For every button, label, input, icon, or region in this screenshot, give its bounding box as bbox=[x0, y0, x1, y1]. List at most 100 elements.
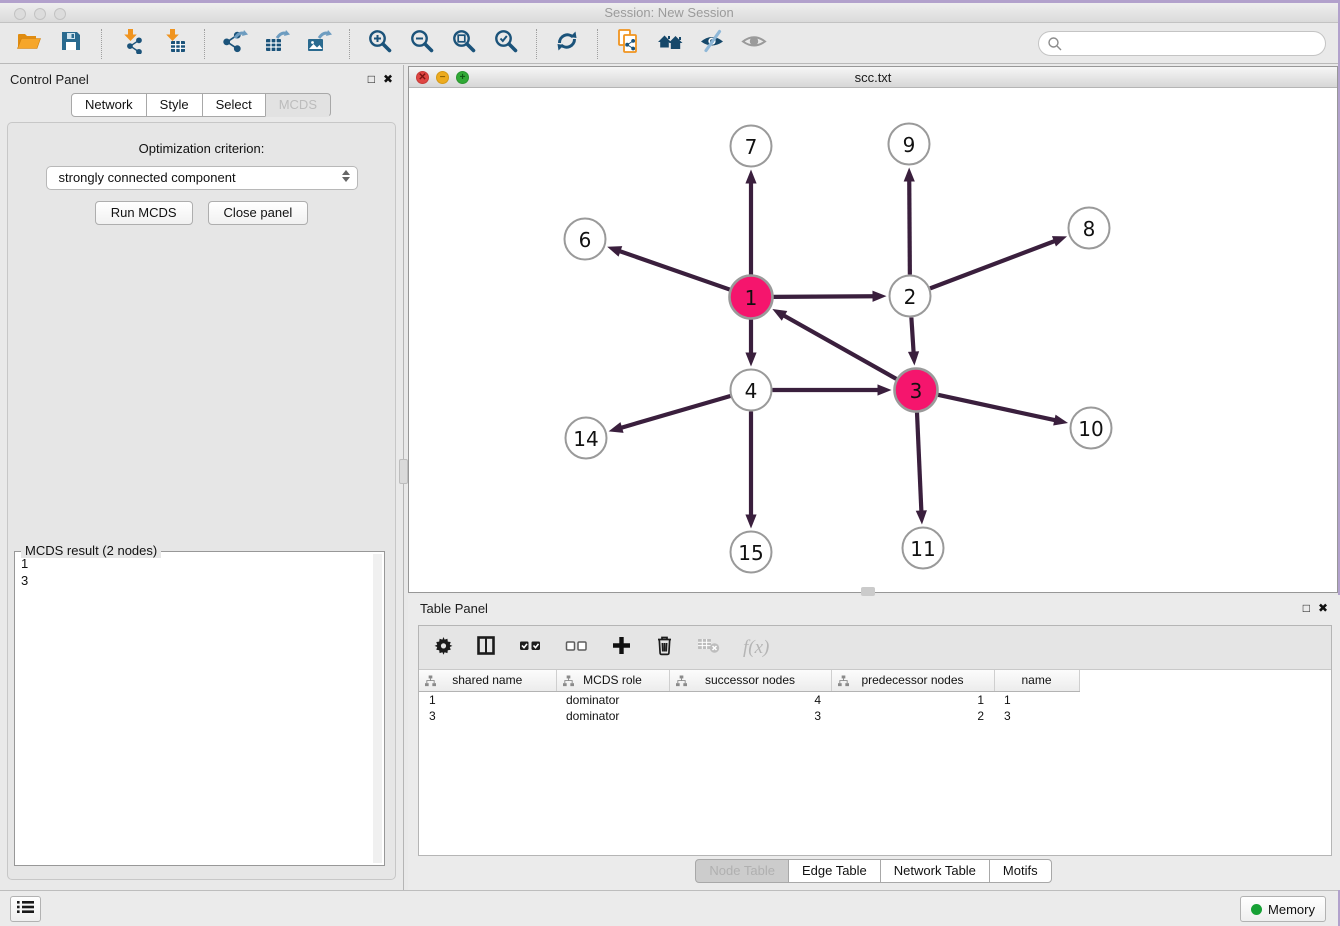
memory-status-icon bbox=[1251, 904, 1262, 915]
zoom-fit-button[interactable] bbox=[446, 28, 482, 60]
deselect-all-checkboxes-button[interactable] bbox=[565, 635, 589, 661]
run-mcds-button[interactable]: Run MCDS bbox=[95, 201, 193, 225]
table-panel: Table Panel □ ✖ f(x) shared name MCDS rol… bbox=[408, 595, 1340, 890]
tab-edge-table[interactable]: Edge Table bbox=[788, 859, 881, 883]
tab-network[interactable]: Network bbox=[71, 93, 147, 117]
table-cell[interactable]: 2 bbox=[831, 708, 994, 724]
graph-node-label: 1 bbox=[745, 286, 758, 310]
column-label: shared name bbox=[452, 673, 522, 687]
graph-edge-3-11[interactable] bbox=[917, 412, 921, 512]
table-row[interactable]: 1dominator411 bbox=[419, 691, 1079, 708]
table-cell[interactable]: dominator bbox=[556, 691, 669, 708]
select-all-checkboxes-button[interactable] bbox=[519, 635, 543, 661]
app-minimize-button[interactable] bbox=[34, 8, 46, 20]
table-cell[interactable]: 1 bbox=[419, 691, 556, 708]
hide-selected-button[interactable] bbox=[694, 28, 730, 60]
close-panel-button[interactable]: Close panel bbox=[208, 201, 309, 225]
table-row[interactable]: 3dominator323 bbox=[419, 708, 1079, 724]
zoom-fit-icon bbox=[451, 28, 477, 59]
export-network-button[interactable] bbox=[217, 28, 253, 60]
memory-button[interactable]: Memory bbox=[1240, 896, 1326, 922]
network-close-button[interactable]: ✕ bbox=[416, 71, 429, 84]
delete-table-icon bbox=[697, 635, 721, 660]
graph-edge-3-10[interactable] bbox=[938, 395, 1056, 421]
table-options-button[interactable] bbox=[433, 635, 454, 661]
graph-edge-2-9[interactable] bbox=[909, 179, 910, 274]
zoom-in-button[interactable] bbox=[362, 28, 398, 60]
zoom-selected-button[interactable] bbox=[488, 28, 524, 60]
toolbar-separator bbox=[597, 29, 598, 59]
refresh-view-button[interactable] bbox=[549, 28, 585, 60]
export-table-button[interactable] bbox=[259, 28, 295, 60]
graph-edge-1-2[interactable] bbox=[773, 296, 874, 297]
table-cell[interactable]: 3 bbox=[419, 708, 556, 724]
tab-network-table[interactable]: Network Table bbox=[880, 859, 990, 883]
copy-network-button[interactable] bbox=[610, 28, 646, 60]
control-panel-title: Control Panel bbox=[10, 72, 89, 87]
zoom-out-button[interactable] bbox=[404, 28, 440, 60]
import-network-button[interactable] bbox=[114, 28, 150, 60]
network-maximize-button[interactable]: + bbox=[456, 71, 469, 84]
float-panel-icon[interactable]: □ bbox=[368, 73, 375, 85]
save-session-button[interactable] bbox=[53, 28, 89, 60]
graph-node-label: 10 bbox=[1078, 417, 1103, 441]
table-cell[interactable]: 1 bbox=[994, 691, 1079, 708]
column-header-shared-name[interactable]: shared name bbox=[419, 670, 556, 691]
tab-select[interactable]: Select bbox=[202, 93, 266, 117]
search-input[interactable] bbox=[1038, 31, 1326, 56]
status-bar: Memory bbox=[0, 890, 1338, 926]
network-minimize-button[interactable]: − bbox=[436, 71, 449, 84]
mcds-result-group: MCDS result (2 nodes) 1 3 bbox=[14, 551, 385, 866]
graph-edge-1-6[interactable] bbox=[619, 251, 730, 290]
horizontal-splitter-handle[interactable] bbox=[861, 587, 875, 596]
mcds-buttons-row: Run MCDS Close panel bbox=[8, 201, 395, 225]
mcds-result-scrollbar[interactable] bbox=[373, 554, 382, 863]
table-cell[interactable]: 1 bbox=[831, 691, 994, 708]
control-panel-header: Control Panel □ ✖ bbox=[0, 65, 403, 93]
graph-arrowhead bbox=[916, 510, 927, 524]
show-all-button[interactable] bbox=[736, 28, 772, 60]
table-cell[interactable]: dominator bbox=[556, 708, 669, 724]
tab-node-table[interactable]: Node Table bbox=[695, 859, 789, 883]
column-header-predecessor-nodes[interactable]: predecessor nodes bbox=[831, 670, 994, 691]
column-header-successor-nodes[interactable]: successor nodes bbox=[669, 670, 831, 691]
refresh-view-icon bbox=[554, 28, 580, 59]
tab-style[interactable]: Style bbox=[146, 93, 203, 117]
function-builder-icon: f(x) bbox=[743, 637, 769, 659]
show-hide-columns-button[interactable] bbox=[476, 635, 497, 661]
copy-network-icon bbox=[615, 28, 641, 59]
close-panel-icon[interactable]: ✖ bbox=[383, 73, 393, 85]
zoom-out-icon bbox=[409, 28, 435, 59]
home-view-button[interactable] bbox=[652, 28, 688, 60]
table-cell[interactable]: 4 bbox=[669, 691, 831, 708]
graph-edge-3-1[interactable] bbox=[783, 315, 897, 379]
app-maximize-button[interactable] bbox=[54, 8, 66, 20]
save-session-icon bbox=[58, 28, 84, 59]
vertical-splitter-handle[interactable] bbox=[399, 459, 408, 484]
graph-edge-2-3[interactable] bbox=[911, 317, 913, 353]
mcds-result-list: 1 3 bbox=[21, 555, 370, 862]
import-table-button[interactable] bbox=[156, 28, 192, 60]
column-header-name[interactable]: name bbox=[994, 670, 1079, 691]
export-image-button[interactable] bbox=[301, 28, 337, 60]
delete-columns-button[interactable] bbox=[654, 634, 675, 661]
graph-node-label: 7 bbox=[745, 135, 758, 159]
task-history-button[interactable] bbox=[10, 896, 41, 922]
app-window-controls[interactable] bbox=[14, 8, 66, 20]
open-session-button[interactable] bbox=[11, 28, 47, 60]
graph-edge-2-8[interactable] bbox=[930, 241, 1056, 289]
app-close-button[interactable] bbox=[14, 8, 26, 20]
table-panel-title: Table Panel bbox=[420, 601, 488, 616]
create-column-button[interactable] bbox=[611, 635, 632, 661]
optimization-criterion-select[interactable]: strongly connected component bbox=[46, 166, 358, 190]
table-cell[interactable]: 3 bbox=[994, 708, 1079, 724]
tab-motifs[interactable]: Motifs bbox=[989, 859, 1052, 883]
network-canvas[interactable]: 1234678910111415 bbox=[409, 88, 1337, 592]
graph-edge-4-14[interactable] bbox=[620, 396, 730, 428]
close-table-panel-icon[interactable]: ✖ bbox=[1318, 602, 1328, 614]
column-header-MCDS-role[interactable]: MCDS role bbox=[556, 670, 669, 691]
tab-mcds[interactable]: MCDS bbox=[265, 93, 331, 117]
float-table-panel-icon[interactable]: □ bbox=[1303, 602, 1310, 614]
table-cell[interactable]: 3 bbox=[669, 708, 831, 724]
main-toolbar bbox=[0, 24, 1338, 64]
